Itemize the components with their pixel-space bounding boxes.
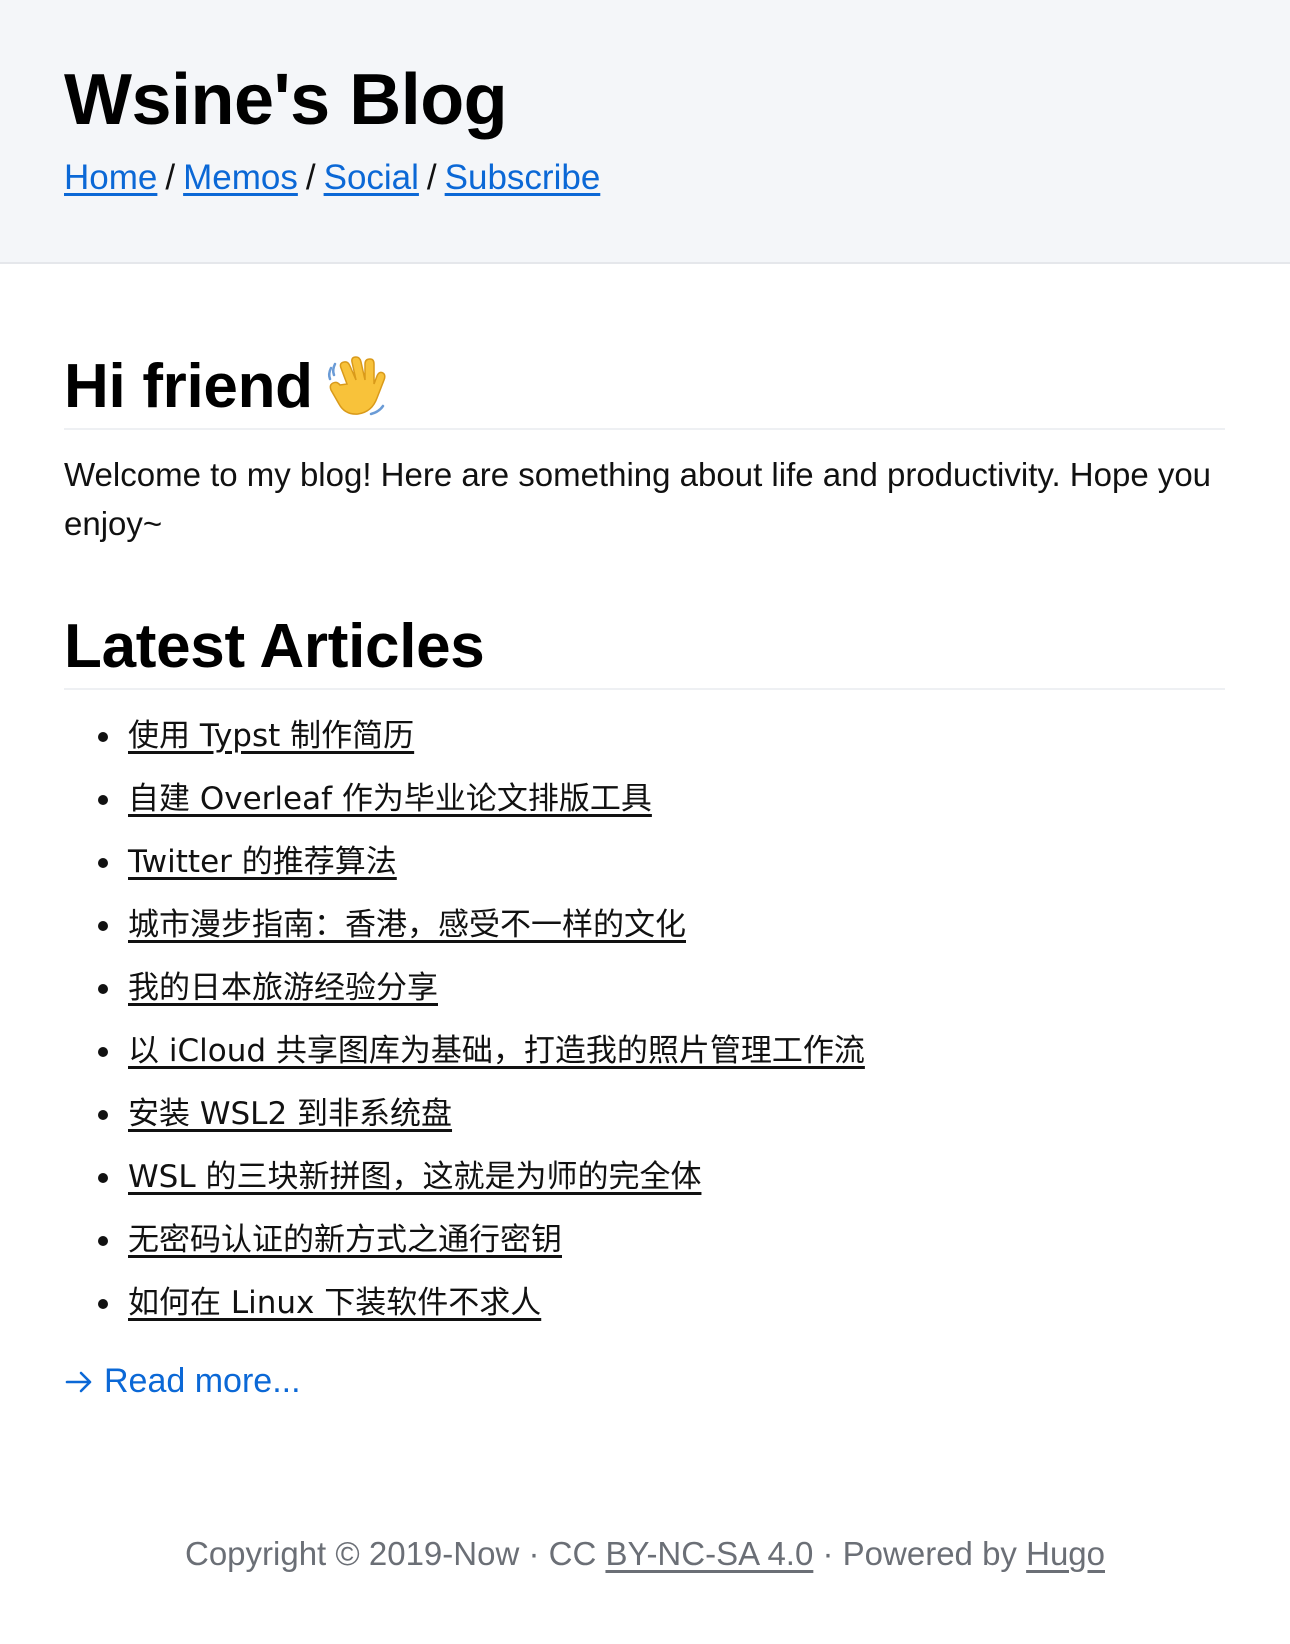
license-link[interactable]: BY-NC-SA 4.0 [605, 1535, 813, 1572]
list-item: 无密码认证的新方式之通行密钥 [64, 1208, 1226, 1271]
arrow-right-icon [64, 1367, 94, 1397]
waving-hand-icon [325, 354, 391, 420]
article-list: 使用 Typst 制作简历 自建 Overleaf 作为毕业论文排版工具 Twi… [64, 704, 1226, 1334]
list-item: 安装 WSL2 到非系统盘 [64, 1082, 1226, 1145]
site-title: Wsine's Blog [64, 60, 508, 140]
latest-articles-title: Latest Articles [64, 612, 1225, 690]
intro-title: Hi friend [64, 352, 313, 421]
bullet-icon [98, 921, 108, 931]
read-more-label: Read more... [104, 1362, 301, 1400]
nav-separator: / [426, 158, 437, 197]
nav-subscribe-link[interactable]: Subscribe [445, 158, 601, 197]
article-link[interactable]: 如何在 Linux 下装软件不求人 [128, 1285, 541, 1321]
bullet-icon [98, 1173, 108, 1183]
list-item: 使用 Typst 制作简历 [64, 704, 1226, 767]
list-item: 如何在 Linux 下装软件不求人 [64, 1271, 1226, 1334]
list-item: WSL 的三块新拼图，这就是为师的完全体 [64, 1145, 1226, 1208]
bullet-icon [98, 858, 108, 868]
bullet-icon [98, 1110, 108, 1120]
read-more-link[interactable]: Read more... [64, 1362, 301, 1401]
footer-powered-by: · Powered by [813, 1535, 1027, 1572]
article-link[interactable]: Twitter 的推荐算法 [128, 844, 397, 880]
article-link[interactable]: 使用 Typst 制作简历 [128, 718, 414, 754]
main-nav: Home / Memos / Social / Subscribe [64, 154, 1226, 202]
article-link[interactable]: 安装 WSL2 到非系统盘 [128, 1096, 452, 1132]
list-item: 以 iCloud 共享图库为基础，打造我的照片管理工作流 [64, 1019, 1226, 1082]
list-item: 城市漫步指南：香港，感受不一样的文化 [64, 893, 1226, 956]
hugo-link[interactable]: Hugo [1026, 1535, 1105, 1572]
nav-separator: / [165, 158, 176, 197]
list-item: 自建 Overleaf 作为毕业论文排版工具 [64, 767, 1226, 830]
article-link[interactable]: 自建 Overleaf 作为毕业论文排版工具 [128, 781, 652, 817]
intro-text: Welcome to my blog! Here are something a… [64, 456, 1212, 542]
bullet-icon [98, 1299, 108, 1309]
intro-heading: Hi friend [64, 352, 1225, 430]
article-link[interactable]: 城市漫步指南：香港，感受不一样的文化 [128, 907, 686, 943]
bullet-icon [98, 1047, 108, 1057]
main-content: Hi friend Welcome to my blog! Here are s… [0, 352, 1290, 1402]
bullet-icon [98, 732, 108, 742]
bullet-icon [98, 1236, 108, 1246]
article-link[interactable]: 以 iCloud 共享图库为基础，打造我的照片管理工作流 [128, 1033, 865, 1069]
site-footer: Copyright © 2019-Now · CC BY-NC-SA 4.0 ·… [0, 1530, 1290, 1578]
article-link[interactable]: WSL 的三块新拼图，这就是为师的完全体 [128, 1159, 701, 1195]
list-item: Twitter 的推荐算法 [64, 830, 1226, 893]
footer-copyright: Copyright © 2019-Now · CC [184, 1535, 606, 1572]
bullet-icon [98, 795, 108, 805]
list-item: 我的日本旅游经验分享 [64, 956, 1226, 1019]
article-link[interactable]: 我的日本旅游经验分享 [128, 970, 438, 1006]
nav-memos-link[interactable]: Memos [183, 158, 298, 197]
nav-separator: / [305, 158, 316, 197]
bullet-icon [98, 984, 108, 994]
nav-home-link[interactable]: Home [64, 158, 157, 197]
article-link[interactable]: 无密码认证的新方式之通行密钥 [128, 1222, 562, 1258]
nav-social-link[interactable]: Social [324, 158, 419, 197]
site-header: Wsine's Blog Home / Memos / Social / Subscribe [0, 0, 1290, 264]
